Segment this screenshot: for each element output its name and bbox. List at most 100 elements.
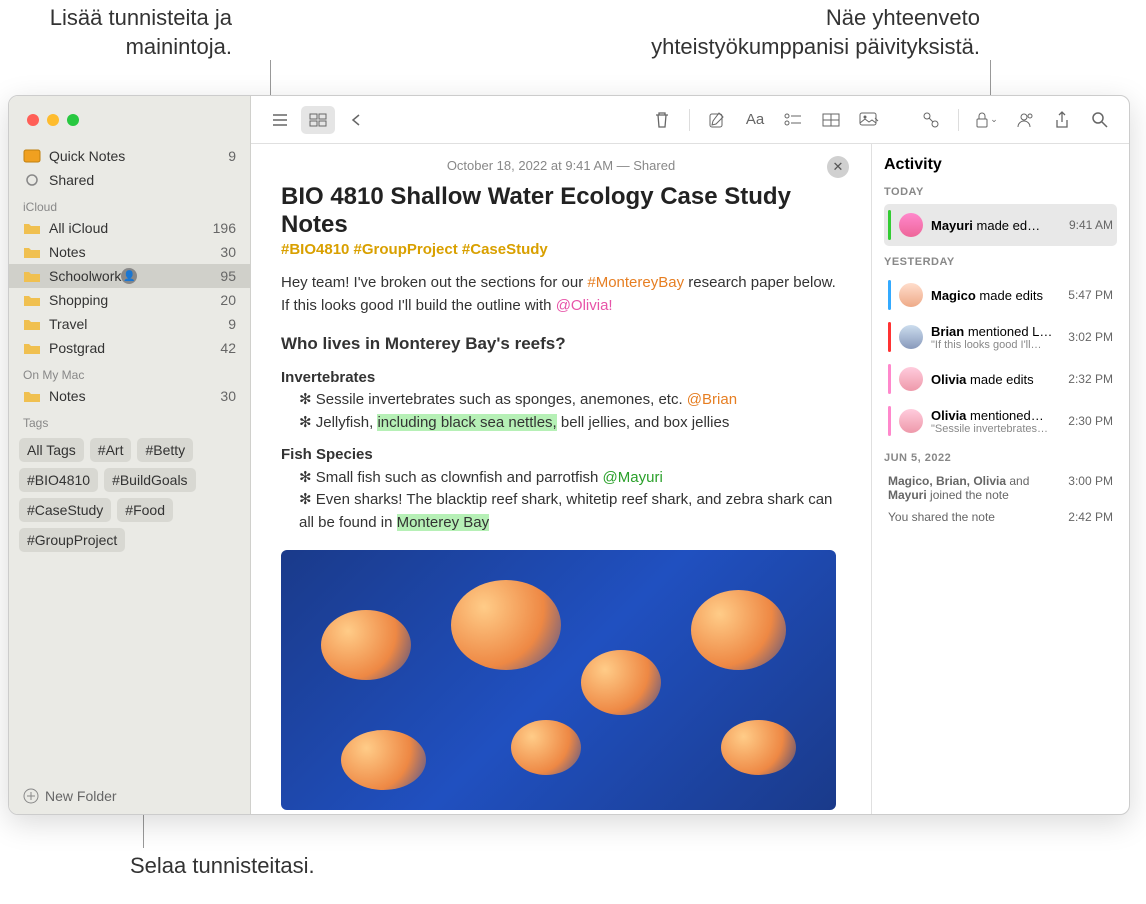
notes-window: Quick Notes 9 Shared iCloud All iCloud 1… — [8, 95, 1130, 815]
main-area: Aa ⌄ October 18, 2022 at 9:41 AM — Share… — [251, 96, 1129, 814]
label: All iCloud — [49, 220, 108, 236]
count: 95 — [220, 268, 236, 284]
mention-brian[interactable]: @Brian — [687, 391, 737, 408]
callout-browse-tags: Selaa tunnisteitasi. — [130, 852, 315, 881]
sidebar-shopping[interactable]: Shopping 20 — [9, 288, 250, 312]
share-button[interactable] — [1045, 106, 1079, 134]
folder-icon — [23, 341, 41, 355]
new-note-button[interactable] — [700, 106, 734, 134]
note-title: BIO 4810 Shallow Water Ecology Case Stud… — [281, 183, 841, 239]
sidebar-all-icloud[interactable]: All iCloud 196 — [9, 216, 250, 240]
list-view-button[interactable] — [263, 106, 297, 134]
folder-icon — [23, 317, 41, 331]
avatar — [899, 283, 923, 307]
tag-casestudy[interactable]: #CaseStudy — [19, 498, 111, 522]
toolbar: Aa ⌄ — [251, 96, 1129, 144]
note-content[interactable]: October 18, 2022 at 9:41 AM — Shared BIO… — [251, 144, 871, 814]
gallery-view-button[interactable] — [301, 106, 335, 134]
activity-item[interactable]: Olivia made edits 2:32 PM — [884, 358, 1117, 400]
label: New Folder — [45, 788, 117, 804]
hashtag[interactable]: #MontereyBay — [587, 274, 684, 291]
compose-icon — [708, 111, 726, 129]
count: 9 — [228, 148, 236, 164]
lock-button[interactable]: ⌄ — [969, 106, 1003, 134]
delete-button[interactable] — [645, 106, 679, 134]
maximize-button[interactable] — [67, 114, 79, 126]
note-image — [281, 550, 836, 810]
activity-panel: Activity TODAY Mayuri made ed… 9:41 AM Y… — [871, 144, 1129, 814]
activity-title: Activity — [884, 156, 1117, 174]
label: Quick Notes — [49, 148, 125, 164]
activity-plain-item: You shared the note 2:42 PM — [884, 506, 1117, 528]
activity-item[interactable]: Mayuri made ed… 9:41 AM — [884, 204, 1117, 246]
sidebar-shared[interactable]: Shared — [9, 168, 250, 192]
tag-all[interactable]: All Tags — [19, 438, 84, 462]
new-folder-button[interactable]: New Folder — [9, 778, 250, 814]
collaborate-button[interactable] — [1007, 106, 1041, 134]
count: 42 — [220, 340, 236, 356]
back-button[interactable] — [339, 106, 373, 134]
search-button[interactable] — [1083, 106, 1117, 134]
share-icon — [1054, 111, 1070, 129]
table-icon — [822, 113, 840, 127]
sidebar-om-notes[interactable]: Notes 30 — [9, 384, 250, 408]
tag-betty[interactable]: #Betty — [137, 438, 193, 462]
tag-buildgoals[interactable]: #BuildGoals — [104, 468, 196, 492]
activity-item[interactable]: Magico made edits 5:47 PM — [884, 274, 1117, 316]
tag-art[interactable]: #Art — [90, 438, 132, 462]
avatar — [899, 213, 923, 237]
shared-icon — [23, 173, 41, 187]
collaborate-icon — [1014, 111, 1034, 129]
folder-icon — [23, 269, 41, 283]
photo-icon — [859, 112, 879, 128]
folder-icon — [23, 293, 41, 307]
activity-item[interactable]: Brian mentioned L…"If this looks good I'… — [884, 316, 1117, 358]
table-button[interactable] — [814, 106, 848, 134]
lock-icon — [974, 111, 990, 129]
subheading: Fish Species — [281, 444, 841, 467]
sidebar-schoolwork[interactable]: Schoolwork 👤 95 — [9, 264, 250, 288]
activity-plain-item: Magico, Brian, Olivia and Mayuri joined … — [884, 470, 1117, 506]
sidebar-quick-notes[interactable]: Quick Notes 9 — [9, 144, 250, 168]
window-controls — [27, 114, 79, 126]
close-button[interactable] — [27, 114, 39, 126]
mention-mayuri[interactable]: @Mayuri — [603, 469, 663, 486]
label: Notes — [49, 388, 86, 404]
tags-header: Tags — [9, 408, 250, 432]
avatar — [899, 367, 923, 391]
activity-item[interactable]: Olivia mentioned…"Sessile invertebrates…… — [884, 400, 1117, 442]
checklist-button[interactable] — [776, 106, 810, 134]
sidebar-travel[interactable]: Travel 9 — [9, 312, 250, 336]
sidebar-notes[interactable]: Notes 30 — [9, 240, 250, 264]
media-button[interactable] — [852, 106, 886, 134]
link-button[interactable] — [914, 106, 948, 134]
tag-bio4810[interactable]: #BIO4810 — [19, 468, 98, 492]
note-date: October 18, 2022 at 9:41 AM — Shared — [281, 158, 841, 173]
time: 9:41 AM — [1069, 218, 1113, 232]
search-icon — [1092, 112, 1108, 128]
label: Schoolwork — [49, 268, 121, 284]
checklist-icon — [784, 113, 802, 127]
shared-folder-icon: 👤 — [121, 268, 137, 284]
count: 196 — [213, 220, 236, 236]
tag-food[interactable]: #Food — [117, 498, 173, 522]
highlight: Monterey Bay — [397, 514, 490, 531]
format-button[interactable]: Aa — [738, 106, 772, 134]
close-activity-button[interactable]: ✕ — [827, 156, 849, 178]
mention-olivia[interactable]: @Olivia! — [556, 297, 613, 314]
activity-date-jun5: JUN 5, 2022 — [884, 452, 1117, 464]
icloud-header: iCloud — [9, 192, 250, 216]
highlight: including black sea nettles, — [377, 414, 556, 431]
sidebar-postgrad[interactable]: Postgrad 42 — [9, 336, 250, 360]
trash-icon — [654, 111, 670, 129]
section-heading: Who lives in Monterey Bay's reefs? — [281, 331, 841, 357]
folder-icon — [23, 389, 41, 403]
callout-activity-summary: Näe yhteenveto yhteistyökumppanisi päivi… — [480, 4, 980, 61]
label: Notes — [49, 244, 86, 260]
onmymac-header: On My Mac — [9, 360, 250, 384]
folder-icon — [23, 245, 41, 259]
count: 30 — [220, 388, 236, 404]
minimize-button[interactable] — [47, 114, 59, 126]
note-tags: #BIO4810 #GroupProject #CaseStudy — [281, 241, 841, 258]
tag-groupproject[interactable]: #GroupProject — [19, 528, 125, 552]
